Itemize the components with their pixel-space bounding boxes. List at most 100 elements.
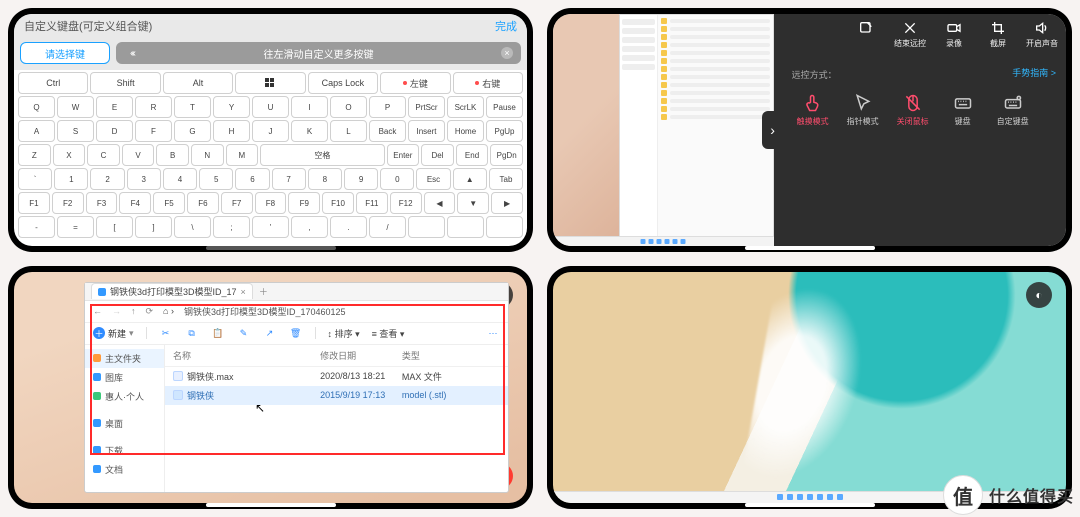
key-d[interactable]: D <box>96 120 133 142</box>
swipe-hint-pill[interactable]: ‹‹‹ 往左滑动自定义更多按键 × <box>116 42 521 64</box>
key-h[interactable]: H <box>213 120 250 142</box>
key-j[interactable]: J <box>252 120 289 142</box>
key-.[interactable]: . <box>330 216 367 238</box>
nav-back-icon[interactable]: ← <box>93 306 102 317</box>
key-x[interactable]: X <box>53 144 86 166</box>
key-blank[interactable] <box>408 216 445 238</box>
key-▼[interactable]: ▼ <box>457 192 489 214</box>
key-f7[interactable]: F7 <box>221 192 253 214</box>
copy-icon[interactable]: ⧉ <box>185 328 199 339</box>
col-type[interactable]: 类型 <box>402 349 500 362</box>
nav-forward-icon[interactable]: → <box>112 306 121 317</box>
key-空格[interactable]: 空格 <box>260 144 384 166</box>
file-row[interactable]: 钢铁侠2015/9/19 17:13model (.stl) <box>165 386 508 405</box>
key-8[interactable]: 8 <box>308 168 342 190</box>
file-row[interactable]: 钢铁侠.max2020/8/13 18:21MAX 文件 <box>165 367 508 386</box>
minimize-bubble-icon[interactable]: ◐ <box>1026 282 1052 308</box>
key--[interactable]: - <box>18 216 55 238</box>
key-s[interactable]: S <box>57 120 94 142</box>
col-name[interactable]: 名称 <box>173 349 320 362</box>
sidebar-item[interactable]: 桌面 <box>85 414 164 433</box>
key-win[interactable] <box>235 72 305 94</box>
key-c[interactable]: C <box>87 144 120 166</box>
key-home[interactable]: Home <box>447 120 484 142</box>
key-enter[interactable]: Enter <box>387 144 420 166</box>
close-mouse-icon[interactable]: 关闭鼠标 <box>892 93 934 127</box>
key-ctrl[interactable]: Ctrl <box>18 72 88 94</box>
breadcrumb-home-icon[interactable]: ⌂ › <box>163 306 174 316</box>
key-a[interactable]: A <box>18 120 55 142</box>
nav-up-icon[interactable]: ↑ <box>131 306 136 317</box>
key-w[interactable]: W <box>57 96 94 118</box>
cut-icon[interactable]: ✂ <box>159 328 173 339</box>
key-o[interactable]: O <box>330 96 367 118</box>
key-p[interactable]: P <box>369 96 406 118</box>
key-f2[interactable]: F2 <box>52 192 84 214</box>
gesture-guide-link[interactable]: 手势指南 > <box>1012 66 1056 79</box>
key-'[interactable]: ' <box>252 216 289 238</box>
key-v[interactable]: V <box>122 144 155 166</box>
new-button[interactable]: ＋ 新建 ▾ <box>93 327 134 340</box>
sidebar-item[interactable]: 主文件夹 <box>85 349 164 368</box>
key-f1[interactable]: F1 <box>18 192 50 214</box>
key-f10[interactable]: F10 <box>322 192 354 214</box>
key-f12[interactable]: F12 <box>390 192 422 214</box>
new-tab-button[interactable]: ＋ <box>259 285 268 298</box>
end-remote-icon[interactable]: 结束远控 <box>894 20 926 49</box>
key-end[interactable]: End <box>456 144 489 166</box>
key-i[interactable]: I <box>291 96 328 118</box>
key-f4[interactable]: F4 <box>119 192 151 214</box>
window-tab[interactable]: 钢铁侠3d打印模型3D模型ID_17 × <box>91 283 253 299</box>
key-[[interactable]: [ <box>96 216 133 238</box>
key-f9[interactable]: F9 <box>288 192 320 214</box>
sound-icon[interactable]: 开启声音 <box>1026 20 1058 49</box>
sort-button[interactable]: ↕ 排序 ▾ <box>328 327 360 340</box>
pointer-mode-icon[interactable]: 指针模式 <box>842 93 884 127</box>
sidebar-item[interactable]: 惠人·个人 <box>85 387 164 406</box>
breadcrumb-path[interactable]: 钢铁侠3d打印模型3D模型ID_170460125 <box>184 305 346 318</box>
col-date[interactable]: 修改日期 <box>320 349 402 362</box>
key-1[interactable]: 1 <box>54 168 88 190</box>
key-r[interactable]: R <box>135 96 172 118</box>
key-n[interactable]: N <box>191 144 224 166</box>
key-alt[interactable]: Alt <box>163 72 233 94</box>
key-m[interactable]: M <box>226 144 259 166</box>
key-5[interactable]: 5 <box>199 168 233 190</box>
key-pgup[interactable]: PgUp <box>486 120 523 142</box>
close-tab-icon[interactable]: × <box>241 287 246 297</box>
key-scrlk[interactable]: ScrLK <box>447 96 484 118</box>
key-l[interactable]: L <box>330 120 367 142</box>
nav-refresh-icon[interactable]: ⟳ <box>146 306 154 317</box>
key-leftclick[interactable]: 左键 <box>380 72 450 94</box>
key-k[interactable]: K <box>291 120 328 142</box>
key-f11[interactable]: F11 <box>356 192 388 214</box>
more-icon[interactable]: ⋯ <box>486 328 500 339</box>
custom-kb-icon[interactable]: 自定键盘 <box>992 93 1034 127</box>
key-u[interactable]: U <box>252 96 289 118</box>
key-2[interactable]: 2 <box>90 168 124 190</box>
key-blank[interactable] <box>447 216 484 238</box>
key-3[interactable]: 3 <box>127 168 161 190</box>
key-7[interactable]: 7 <box>272 168 306 190</box>
key-insert[interactable]: Insert <box>408 120 445 142</box>
key-shift[interactable]: Shift <box>90 72 160 94</box>
key-del[interactable]: Del <box>421 144 454 166</box>
key-g[interactable]: G <box>174 120 211 142</box>
key-◀[interactable]: ◀ <box>424 192 456 214</box>
key-`[interactable]: ` <box>18 168 52 190</box>
key-4[interactable]: 4 <box>163 168 197 190</box>
delete-icon[interactable]: 🗑 <box>289 328 303 339</box>
close-icon[interactable]: × <box>501 47 513 59</box>
key-][interactable]: ] <box>135 216 172 238</box>
key-f3[interactable]: F3 <box>86 192 118 214</box>
key-6[interactable]: 6 <box>235 168 269 190</box>
select-key-pill[interactable]: 请选择键 <box>20 42 110 64</box>
sidebar-item[interactable]: 下载 <box>85 441 164 460</box>
key-tab[interactable]: Tab <box>489 168 523 190</box>
key-rightclick[interactable]: 右键 <box>453 72 523 94</box>
key-=[interactable]: = <box>57 216 94 238</box>
key-0[interactable]: 0 <box>380 168 414 190</box>
key-,[interactable]: , <box>291 216 328 238</box>
collapse-panel-button[interactable]: › <box>762 111 784 149</box>
key-▶[interactable]: ▶ <box>491 192 523 214</box>
